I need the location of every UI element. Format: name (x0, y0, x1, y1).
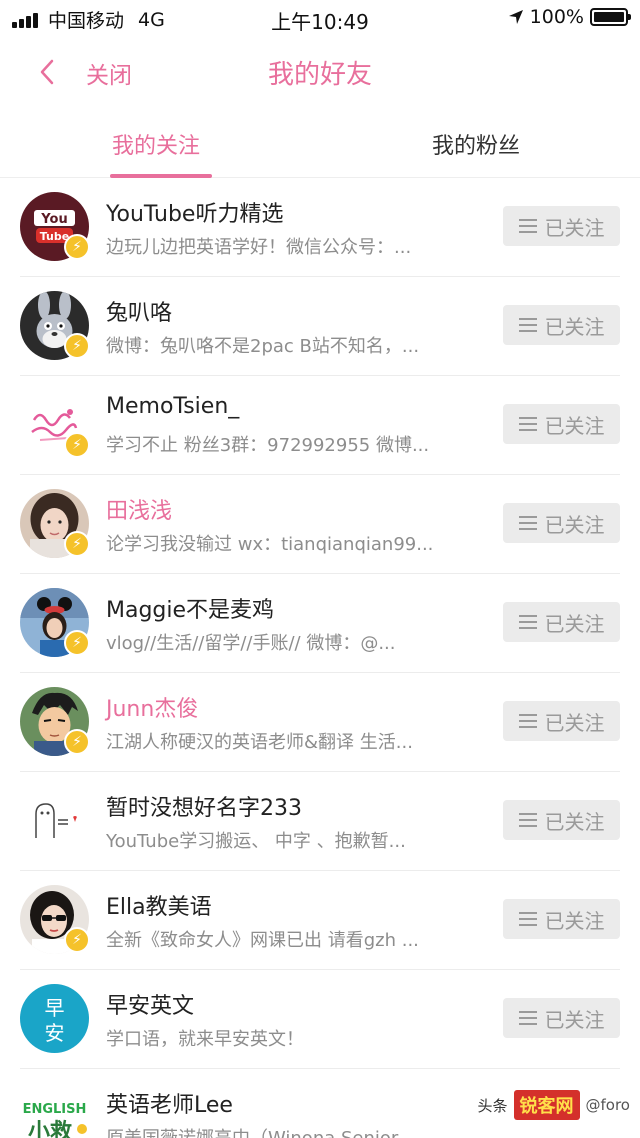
avatar[interactable] (20, 786, 89, 855)
followed-button[interactable]: 已关注 (503, 602, 620, 642)
user-name[interactable]: Maggie不是麦鸡 (106, 592, 274, 624)
watermark-handle: @foro (585, 1096, 630, 1114)
verified-badge-icon: ⚡ (64, 333, 90, 359)
user-description: 论学习我没输过 wx：tianqianqian99... (106, 534, 434, 555)
nav-bar: 关闭 我的好友 (0, 36, 640, 108)
location-arrow-icon (508, 10, 523, 24)
list-item[interactable]: 早 安 早安英文 学口语，就来早安英文！ 已关注 (0, 970, 640, 1069)
followed-label: 已关注 (544, 314, 605, 339)
verified-badge-icon: ⚡ (64, 531, 90, 557)
followed-label: 已关注 (544, 1007, 605, 1032)
list-item[interactable]: ⚡ 兔叭咯 微博：兔叭咯不是2pac B站不知名，... 已关注 (0, 277, 640, 376)
watermark-prefix: 头条 (477, 1096, 508, 1115)
followed-button[interactable]: 已关注 (503, 899, 620, 939)
list-item[interactable]: 暂时没想好名字233 YouTube学习搬运、 中字 、抱歉暂... 已关注 (0, 772, 640, 871)
followed-button[interactable]: 已关注 (503, 404, 620, 444)
list-item[interactable]: ⚡ Junn杰俊 江湖人称硬汉的英语老师&翻译 生活... 已关注 (0, 673, 640, 772)
user-description: 全新《致命女人》网课已出 请看gzh ... (106, 930, 419, 951)
menu-lines-icon (518, 219, 537, 233)
user-name[interactable]: 田浅浅 (106, 493, 172, 525)
tab-following[interactable]: 我的关注 (112, 128, 200, 160)
followed-label: 已关注 (544, 215, 605, 240)
watermark: 头条 锐客网 @foro (477, 1090, 630, 1120)
menu-lines-icon (518, 912, 537, 926)
followed-label: 已关注 (544, 413, 605, 438)
svg-text:早: 早 (45, 996, 65, 1020)
avatar[interactable]: 早 安 (20, 984, 89, 1053)
user-description: 学习不止 粉丝3群：972992955 微博... (106, 435, 430, 456)
list-item[interactable]: ⚡ Maggie不是麦鸡 vlog//生活//留学//手账// 微博：@... … (0, 574, 640, 673)
svg-text:ENGLISH: ENGLISH (23, 1102, 87, 1117)
verified-badge-icon: ⚡ (64, 432, 90, 458)
followed-button[interactable]: 已关注 (503, 701, 620, 741)
followed-button[interactable]: 已关注 (503, 305, 620, 345)
tab-fans[interactable]: 我的粉丝 (432, 128, 520, 160)
user-description: 微博：兔叭咯不是2pac B站不知名，... (106, 336, 420, 357)
user-name[interactable]: 暂时没想好名字233 (106, 790, 302, 822)
following-list: You Tube ⚡ YouTube听力精选 边玩儿边把英语学好！微信公众号：.… (0, 178, 640, 1138)
followed-button[interactable]: 已关注 (503, 206, 620, 246)
verified-badge-icon: ⚡ (64, 630, 90, 656)
followed-label: 已关注 (544, 908, 605, 933)
followed-label: 已关注 (544, 809, 605, 834)
followed-button[interactable]: 已关注 (503, 503, 620, 543)
user-name[interactable]: 英语老师Lee (106, 1087, 233, 1119)
user-name[interactable]: 兔叭咯 (106, 295, 172, 327)
menu-lines-icon (518, 516, 537, 530)
menu-lines-icon (518, 813, 537, 827)
followed-label: 已关注 (544, 611, 605, 636)
list-item[interactable]: ⚡ MemoTsien_ 学习不止 粉丝3群：972992955 微博... 已… (0, 376, 640, 475)
svg-text:安: 安 (45, 1021, 65, 1045)
page-title: 我的好友 (267, 60, 372, 90)
status-bar: 中国移动 4G 上午10:49 100% (0, 0, 640, 36)
user-description: vlog//生活//留学//手账// 微博：@... (106, 633, 396, 654)
user-name[interactable]: Ella教美语 (106, 889, 212, 921)
list-item[interactable]: ⚡ 田浅浅 论学习我没输过 wx：tianqianqian99... 已关注 (0, 475, 640, 574)
user-description: YouTube学习搬运、 中字 、抱歉暂... (106, 831, 406, 852)
user-description: 原美国薇诺娜高中（Winona Senior (106, 1124, 466, 1138)
user-name[interactable]: MemoTsien_ (106, 394, 239, 419)
user-description: 江湖人称硬汉的英语老师&翻译 生活... (106, 732, 413, 753)
list-item[interactable]: ⚡ Ella教美语 全新《致命女人》网课已出 请看gzh ... 已关注 (0, 871, 640, 970)
followed-label: 已关注 (544, 512, 605, 537)
svg-text:You: You (40, 212, 67, 227)
tab-bar: 我的关注 我的粉丝 (0, 108, 640, 178)
user-name[interactable]: Junn杰俊 (106, 691, 198, 723)
battery-label: 100% (529, 6, 584, 28)
battery-icon (590, 8, 631, 26)
menu-lines-icon (518, 417, 537, 431)
menu-lines-icon (518, 318, 537, 332)
menu-lines-icon (518, 714, 537, 728)
status-right: 100% (508, 6, 631, 28)
user-description: 学口语，就来早安英文！ (106, 1029, 304, 1050)
verified-badge-icon: ⚡ (64, 927, 90, 953)
avatar[interactable]: ENGLISH 小救 (20, 1083, 89, 1138)
followed-label: 已关注 (544, 710, 605, 735)
followed-button[interactable]: 已关注 (503, 800, 620, 840)
verified-badge-icon: ⚡ (64, 729, 90, 755)
verified-badge-icon: ⚡ (64, 234, 90, 260)
menu-lines-icon (518, 1011, 537, 1025)
user-name[interactable]: YouTube听力精选 (106, 196, 283, 228)
menu-lines-icon (518, 615, 537, 629)
svg-text:小救: 小救 (28, 1120, 72, 1138)
user-description: 边玩儿边把英语学好！微信公众号：... (106, 237, 412, 258)
followed-button[interactable]: 已关注 (503, 998, 620, 1038)
user-name[interactable]: 早安英文 (106, 988, 194, 1020)
list-item[interactable]: You Tube ⚡ YouTube听力精选 边玩儿边把英语学好！微信公众号：.… (0, 178, 640, 277)
watermark-brand: 锐客网 (513, 1090, 580, 1120)
